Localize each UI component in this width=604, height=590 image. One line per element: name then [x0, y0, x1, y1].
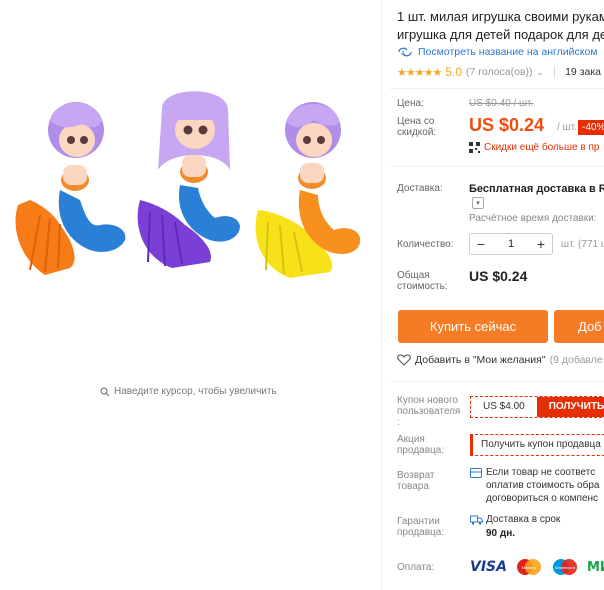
quantity-label: Количество: [397, 239, 454, 250]
zoom-hint-text: Наведите курсор, чтобы увеличить [114, 386, 277, 397]
quantity-increase-button[interactable]: + [530, 236, 552, 252]
guarantee-text: Доставка в срок [486, 514, 561, 525]
divider [390, 88, 604, 89]
shipping-options-chevron-icon[interactable]: ▾ [472, 197, 484, 209]
original-price: US $0.40 / шт. [469, 98, 534, 109]
add-to-cart-button[interactable]: Доб [554, 310, 604, 343]
quantity-value[interactable]: 1 [508, 238, 514, 250]
total-label: Общая стоимость: [397, 270, 448, 292]
quantity-available: шт. (771 ш [561, 239, 604, 250]
seller-coupon-button[interactable]: Получить купон продавца [470, 434, 604, 456]
mermaid-figure-3 [255, 102, 361, 278]
new-user-coupon-label: Купон нового пользователя : [397, 395, 461, 428]
column-divider [381, 0, 382, 590]
shipping-method: Бесплатная доставка в Rus [469, 183, 604, 195]
return-box-icon [470, 468, 482, 478]
discount-price: US $0.24 [469, 115, 545, 135]
product-title: 1 шт. милая игрушка своими рукам игрушка… [397, 9, 604, 42]
zoom-hint: Наведите курсор, чтобы увеличить [100, 386, 277, 397]
wishlist-count: (9 добавле [549, 354, 603, 366]
svg-text:Mastercard: Mastercard [555, 565, 575, 570]
magnifier-icon [100, 386, 110, 396]
add-to-wishlist-link[interactable]: Добавить в "Мои желания" (9 добавле [397, 354, 603, 366]
buy-now-button[interactable]: Купить сейчас [398, 310, 548, 343]
maestro-logo-icon: Maestro [516, 559, 541, 575]
coupon-amount: US $4.00 [471, 397, 537, 417]
returns-policy-text: Если товар не соответс оплатив стоимость… [486, 467, 600, 504]
mir-logo-icon: МИ [586, 559, 604, 575]
per-unit-label: / шт. [557, 122, 577, 133]
votes-count[interactable]: (7 голоса(ов)) [466, 66, 533, 78]
mermaid-figure-2 [137, 91, 240, 268]
orders-count: 19 зака [565, 66, 602, 78]
divider [390, 381, 604, 382]
translate-icon: A [398, 47, 412, 57]
divider [390, 166, 604, 167]
delivery-truck-icon [470, 515, 483, 525]
shipping-label: Доставка: [397, 183, 443, 194]
get-coupon-button[interactable]: ПОЛУЧИТЬ [536, 397, 604, 417]
delivery-estimate: Расчётное время доставки: [469, 213, 597, 224]
guarantee-label: Гарантии продавца: [397, 516, 445, 538]
discount-badge: -40% [578, 120, 604, 135]
guarantee-days: 90 дн. [486, 528, 516, 539]
seller-promo-label: Акция продавца: [397, 434, 445, 456]
more-discounts-link[interactable]: Скидки ещё больше в пр [469, 142, 599, 153]
payment-methods: VISA Maestro Mastercard МИ [470, 558, 604, 576]
mermaid-figure-1 [15, 102, 126, 275]
quantity-stepper[interactable]: − 1 + [469, 233, 553, 255]
translate-title-link[interactable]: A Посмотреть название на английском [397, 46, 598, 58]
quantity-decrease-button[interactable]: − [470, 236, 492, 252]
heart-icon [397, 354, 411, 366]
rating-row: ★★★★★ 5.0 (7 голоса(ов)) ⌄ 19 зака [397, 65, 601, 79]
chevron-down-icon[interactable]: ⌄ [537, 67, 545, 78]
rating-stars-icon: ★★★★★ [397, 66, 442, 79]
product-photo[interactable] [0, 0, 381, 290]
qr-code-icon [469, 142, 480, 153]
price-label: Цена: [397, 98, 424, 109]
product-image-gallery[interactable] [0, 0, 381, 590]
returns-label: Возврат товара [397, 470, 435, 492]
rating-value: 5.0 [445, 65, 462, 79]
svg-text:Maestro: Maestro [522, 565, 537, 570]
new-user-coupon[interactable]: US $4.00 ПОЛУЧИТЬ [470, 396, 604, 418]
payment-label: Оплата: [397, 562, 435, 573]
visa-logo-icon: VISA [470, 559, 507, 575]
rating-separator [554, 66, 556, 78]
discount-price-label: Цена со скидкой: [397, 116, 437, 138]
total-price: US $0.24 [469, 268, 528, 284]
mastercard-logo-icon: Mastercard [552, 559, 577, 575]
svg-text:A: A [401, 51, 405, 57]
